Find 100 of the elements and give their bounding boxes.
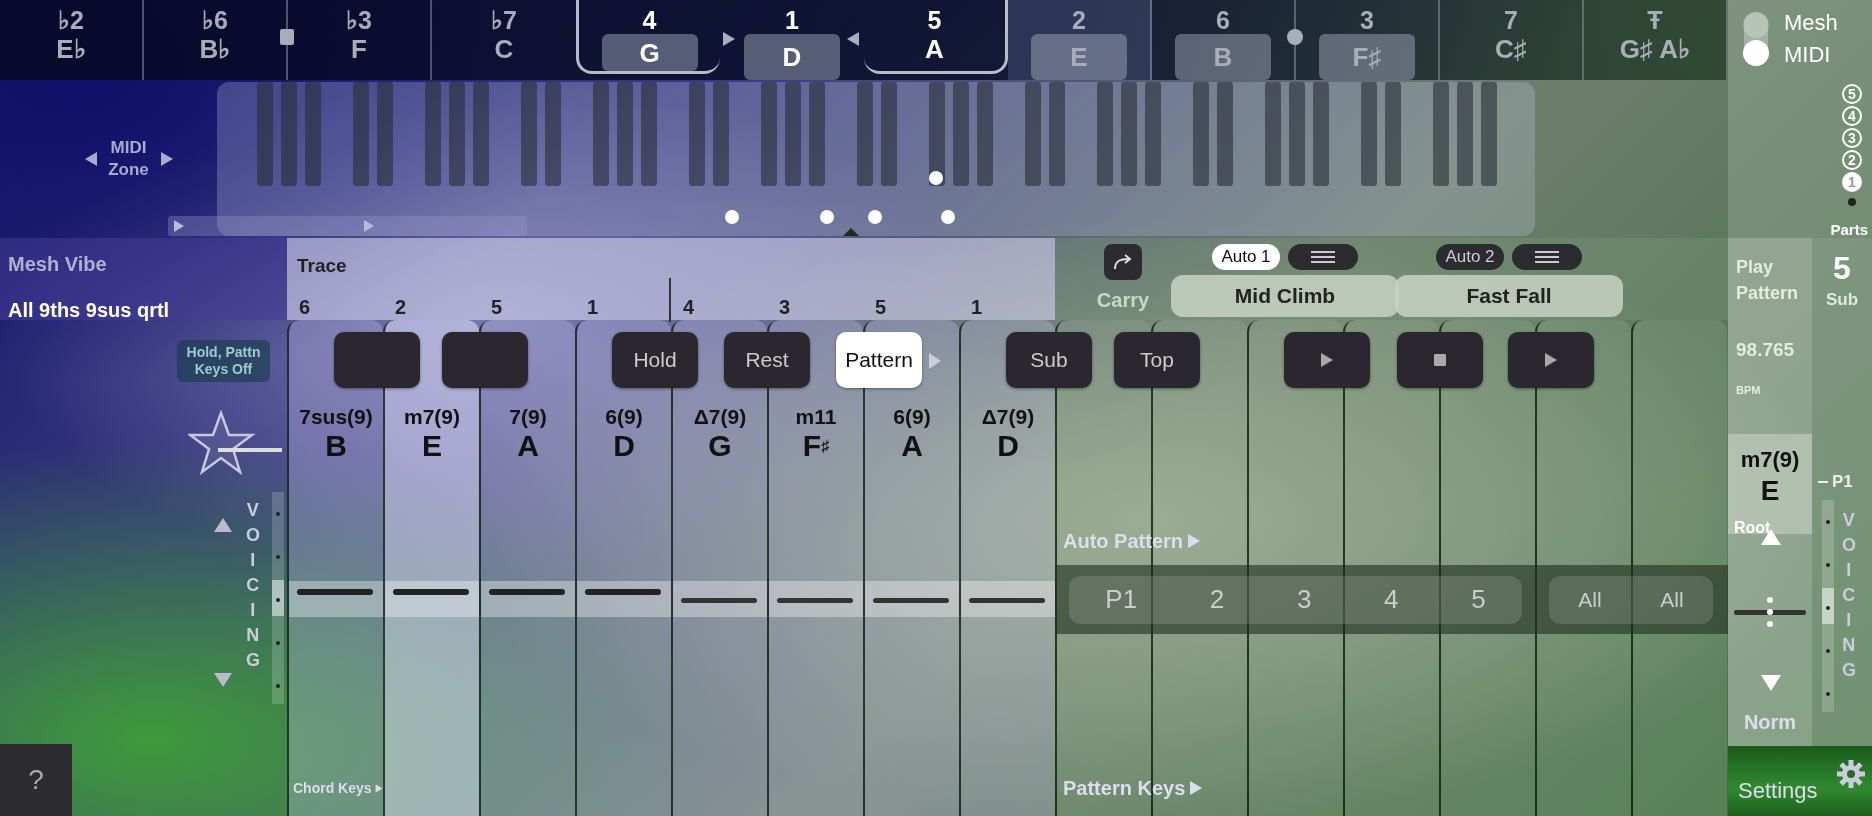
square-handle-icon[interactable] <box>279 28 295 46</box>
toggle-knob[interactable] <box>1743 12 1769 38</box>
chord-quality: m11 <box>795 404 837 430</box>
scale-key[interactable]: 2 E <box>1008 0 1152 80</box>
vibe-panel[interactable]: Mesh Vibe All 9ths 9sus qrtl <box>0 238 287 320</box>
voicing-thumb[interactable] <box>1822 588 1834 624</box>
mode-button[interactable]: Rest <box>724 332 810 388</box>
note-label: E <box>1031 34 1127 80</box>
note-label: G♯ A♭ <box>1618 34 1692 64</box>
auto-button[interactable]: Auto 2 <box>1436 244 1504 270</box>
all-option[interactable]: All <box>1564 587 1616 612</box>
play-button[interactable] <box>1508 332 1594 388</box>
parts-label: Parts <box>1830 220 1868 240</box>
voicing-slider-drawing[interactable] <box>1734 594 1806 630</box>
voicing-thumb[interactable] <box>272 580 284 616</box>
chord-keys-label: Chord Keys <box>293 779 372 798</box>
source-option[interactable]: Mesh <box>1784 10 1838 36</box>
left-arrow-icon <box>83 151 98 167</box>
expand-arrow-icon <box>1187 533 1201 549</box>
pattern-key[interactable] <box>1343 320 1439 816</box>
part-option[interactable]: 5 <box>1457 584 1500 615</box>
chord-quality: Δ7(9) <box>981 404 1035 430</box>
degree-label: 7 <box>1504 6 1518 34</box>
root-label: Root <box>1733 518 1771 538</box>
mode-button[interactable]: Hold <box>612 332 698 388</box>
part-number[interactable]: 4 <box>1842 106 1862 126</box>
piano-keyboard-drawing[interactable] <box>217 82 1535 236</box>
degree-label: ♭3 <box>346 6 372 34</box>
note-label: A <box>924 34 945 64</box>
part-number[interactable]: 5 <box>1842 84 1862 104</box>
chord-key[interactable]: m7(9) E <box>383 320 479 816</box>
pattern-name[interactable]: Fast Fall <box>1395 275 1623 317</box>
help-button[interactable]: ? <box>0 744 72 816</box>
part-label: P1 <box>1832 471 1853 493</box>
voicing-track[interactable] <box>272 492 284 704</box>
part-option[interactable]: 3 <box>1282 584 1326 615</box>
part-option[interactable]: 2 <box>1195 584 1239 615</box>
note-label: F <box>350 34 368 64</box>
stop-button[interactable] <box>1397 332 1483 388</box>
menu-button[interactable] <box>1511 244 1582 270</box>
chord-quality: Δ7(9) <box>693 404 747 430</box>
chord-root: D <box>613 430 635 464</box>
pattern-key[interactable] <box>1247 320 1343 816</box>
settings-icon[interactable] <box>1836 759 1866 789</box>
source-option[interactable]: MIDI <box>1784 42 1831 68</box>
round-handle-icon[interactable] <box>1287 28 1303 46</box>
curved-arrow-icon <box>1112 253 1134 271</box>
toggle-knob[interactable] <box>1743 40 1769 66</box>
part-option[interactable]: P1 <box>1091 584 1152 615</box>
degree-label: 1 <box>785 6 799 34</box>
scale-key[interactable]: 1 D <box>720 0 864 80</box>
parts-count: 5 <box>1832 249 1852 284</box>
degree-label: ♭7 <box>491 6 517 34</box>
down-arrow-icon[interactable] <box>1760 674 1782 692</box>
mode-button[interactable]: Sub <box>1006 332 1092 388</box>
midi-zone-label: MIDI Zone <box>107 137 150 181</box>
scale-key[interactable]: 6 B <box>1152 0 1296 80</box>
note-label: D <box>744 34 840 80</box>
pattern-name[interactable]: Mid Climb <box>1171 275 1399 317</box>
chord-key[interactable]: 7(9) A <box>479 320 575 816</box>
chord-key[interactable]: 7sus(9) B Chord Keys <box>287 320 383 816</box>
scale-key[interactable]: 4 G <box>576 0 720 74</box>
source-toggle[interactable] <box>1744 12 1768 66</box>
scale-key[interactable]: 7 C♯ <box>1440 0 1584 80</box>
carry-button[interactable] <box>1104 244 1142 280</box>
scale-key[interactable]: ♭7 C <box>432 0 576 80</box>
pattern-key[interactable] <box>1535 320 1631 816</box>
chord-quality: m7(9) <box>404 404 460 430</box>
menu-icon <box>1533 250 1560 264</box>
expand-arrow-icon <box>1189 780 1204 796</box>
scale-key[interactable]: Ŧ G♯ A♭ <box>1584 0 1728 80</box>
mode-button[interactable]: Top <box>1114 332 1200 388</box>
chord-root: E <box>422 430 442 464</box>
chord-root: D <box>997 430 1019 464</box>
voicing-track[interactable] <box>1822 500 1834 712</box>
bpm-value: 98.765 <box>1735 338 1796 362</box>
part-number[interactable]: 2 <box>1842 150 1862 170</box>
play-icon <box>1544 352 1558 368</box>
auto-button[interactable]: Auto 1 <box>1212 244 1280 270</box>
chord-root: E <box>1760 476 1780 506</box>
play-button[interactable] <box>1284 332 1370 388</box>
sub-label: Sub <box>1824 289 1860 311</box>
up-arrow-icon[interactable] <box>213 517 233 533</box>
chord-quality: 7sus(9) <box>299 404 373 430</box>
menu-icon <box>1309 250 1336 264</box>
all-option[interactable]: All <box>1646 587 1698 612</box>
degree-label: ♭6 <box>202 6 228 34</box>
scale-key[interactable]: 5 A <box>864 0 1008 74</box>
hold-status-badge: Hold, Pattn Keys Off <box>177 340 270 382</box>
scale-key[interactable]: 3 F♯ <box>1296 0 1440 80</box>
pattern-key[interactable] <box>1439 320 1535 816</box>
part-option[interactable]: 4 <box>1370 584 1413 615</box>
chord-root: A <box>517 430 539 464</box>
mode-button[interactable]: Pattern <box>836 332 922 388</box>
chord-quality: m7(9) <box>1740 446 1800 474</box>
part-number[interactable]: 3 <box>1842 128 1862 148</box>
carry-label: Carry <box>1096 288 1150 313</box>
scale-key[interactable]: ♭2 E♭ <box>0 0 144 80</box>
menu-button[interactable] <box>1287 244 1358 270</box>
range-start-icon[interactable] <box>173 219 185 233</box>
